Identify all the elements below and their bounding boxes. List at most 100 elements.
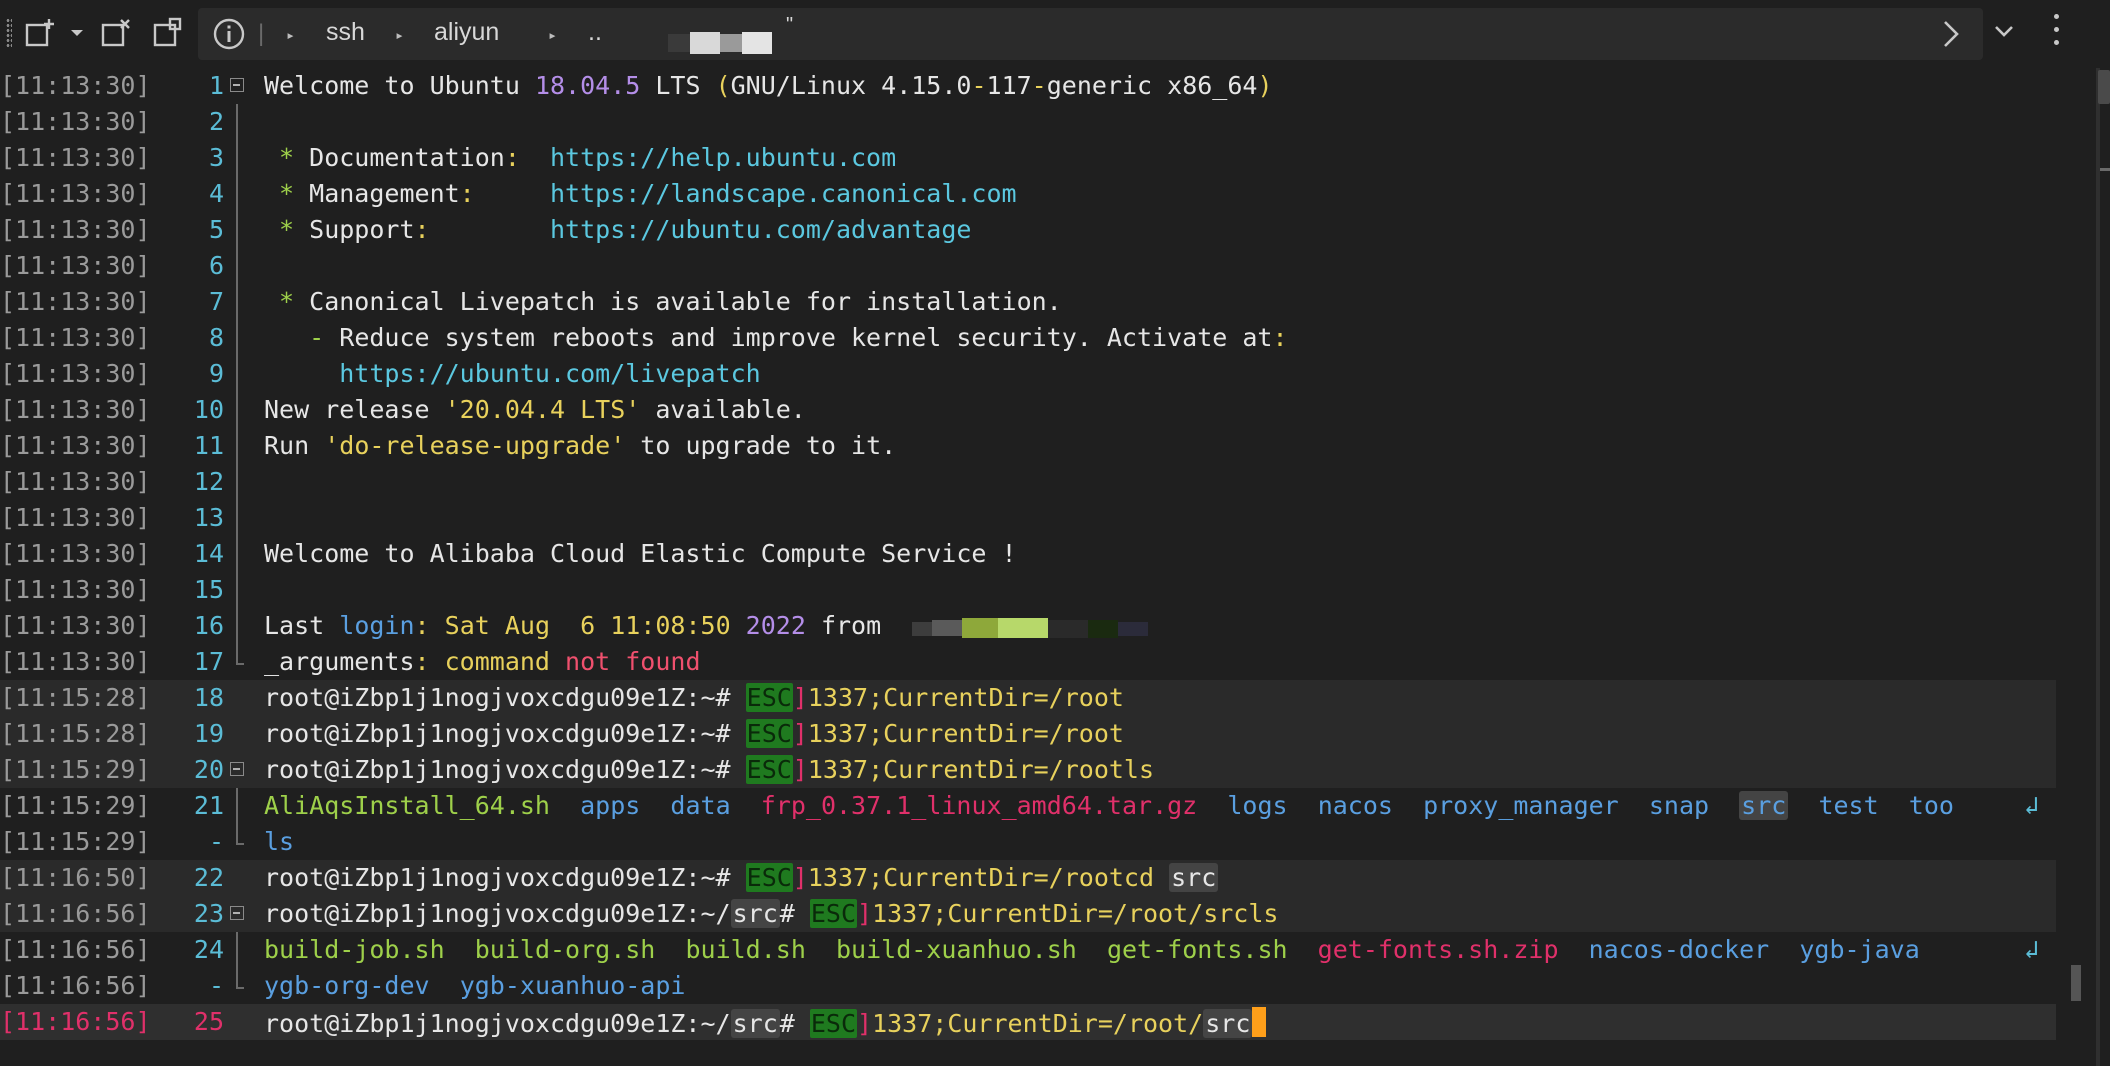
line-text: * Support: https://ubuntu.com/advantage	[264, 215, 972, 244]
info-icon[interactable]	[212, 17, 246, 51]
terminal-line: [11:13:30] 2	[0, 104, 2056, 140]
line-number: 9	[208, 359, 224, 388]
terminal-line: [11:16:56] 24 build-job.sh build-org.sh …	[0, 932, 2056, 968]
line-text: root@iZbp1j1nogjvoxcdgu09e1Z:~# ESC]1337…	[264, 863, 1219, 892]
terminal-line: [11:13:30] 6	[0, 248, 2056, 284]
terminal-line: [11:13:30] 9 https://ubuntu.com/livepatc…	[0, 356, 2056, 392]
terminal-line: [11:13:30] 16 Last login: Sat Aug 6 11:0…	[0, 608, 2056, 644]
line-text: Last login: Sat Aug 6 11:08:50 2022 from	[264, 611, 897, 640]
terminal-line: [11:13:30] 10 New release '20.04.4 LTS' …	[0, 392, 2056, 428]
redacted-host-image	[668, 32, 772, 54]
link[interactable]: https://landscape.canonical.com	[550, 179, 1017, 208]
breadcrumb: | ▸ ssh ▸ aliyun ▸ .. "	[198, 8, 1983, 60]
new-tab-icon[interactable]	[22, 14, 58, 52]
line-text: root@iZbp1j1nogjvoxcdgu09e1Z:~/src# ESC]…	[264, 899, 1279, 928]
fold-guide	[230, 176, 246, 212]
chevron-down-icon[interactable]	[1992, 22, 2016, 46]
line-text: New release '20.04.4 LTS' available.	[264, 395, 806, 424]
fold-guide	[230, 248, 246, 284]
duplicate-tab-icon[interactable]	[150, 14, 186, 52]
timestamp: [11:16:56]	[0, 1007, 151, 1036]
line-text: Run 'do-release-upgrade' to upgrade to i…	[264, 431, 897, 460]
terminal-line: [11:13:30] 15	[0, 572, 2056, 608]
timestamp: [11:13:30]	[0, 647, 151, 676]
line-number: 24	[193, 935, 224, 964]
timestamp: [11:13:30]	[0, 431, 151, 460]
separator: |	[258, 20, 265, 47]
fold-guide	[230, 608, 246, 644]
line-number: 6	[208, 251, 224, 280]
timestamp: [11:13:30]	[0, 395, 151, 424]
chevron-down-icon[interactable]	[66, 14, 88, 52]
fold-guide	[230, 284, 246, 320]
timestamp: [11:16:56]	[0, 971, 151, 1000]
fold-collapse-icon[interactable]	[230, 752, 246, 788]
fold-guide	[230, 572, 246, 608]
breadcrumb-arrow-icon: ▸	[286, 26, 296, 44]
scrollbar-track[interactable]	[2096, 68, 2100, 1066]
line-text: Welcome to Ubuntu 18.04.5 LTS (GNU/Linux…	[264, 71, 1273, 100]
breadcrumb-item-aliyun[interactable]: aliyun	[434, 18, 499, 47]
fold-collapse-icon[interactable]	[230, 68, 246, 104]
link[interactable]: https://help.ubuntu.com	[550, 143, 896, 172]
fold-guide	[230, 212, 246, 248]
side-marker	[2100, 168, 2110, 171]
line-number: 4	[208, 179, 224, 208]
line-number: 14	[193, 539, 224, 568]
link[interactable]: https://ubuntu.com/livepatch	[264, 359, 760, 388]
breadcrumb-item-host[interactable]: ..	[588, 18, 602, 47]
more-menu-icon[interactable]	[2052, 14, 2062, 48]
link[interactable]: https://ubuntu.com/advantage	[550, 215, 971, 244]
timestamp: [11:15:28]	[0, 719, 151, 748]
fold-end-guide	[230, 644, 246, 680]
side-panel-tab[interactable]	[2098, 70, 2110, 104]
ls-output: AliAqsInstall_64.sh apps data frp_0.37.1…	[264, 791, 1954, 820]
ls-output: build-job.sh build-org.sh build.sh build…	[264, 935, 1920, 964]
line-number: 15	[193, 575, 224, 604]
scrollbar-thumb[interactable]	[2071, 965, 2081, 1001]
fold-guide	[230, 500, 246, 536]
fold-guide	[230, 140, 246, 176]
line-number: 22	[193, 863, 224, 892]
line-number: 7	[208, 287, 224, 316]
chevron-right-icon[interactable]	[1940, 18, 1962, 54]
text-cursor	[1252, 1007, 1267, 1037]
timestamp: [11:13:30]	[0, 215, 151, 244]
line-number: 17	[193, 647, 224, 676]
timestamp: [11:13:30]	[0, 467, 151, 496]
timestamp: [11:13:30]	[0, 575, 151, 604]
terminal-line: [11:15:29] - ls	[0, 824, 2056, 860]
vertical-scrollbar[interactable]	[2060, 68, 2110, 1066]
close-tab-icon[interactable]	[98, 14, 134, 52]
line-number: 10	[193, 395, 224, 424]
timestamp: [11:13:30]	[0, 107, 151, 136]
fold-guide	[230, 536, 246, 572]
terminal-line: [11:13:30] 3 * Documentation: https://he…	[0, 140, 2056, 176]
terminal-line: [11:16:50] 22 root@iZbp1j1nogjvoxcdgu09e…	[0, 860, 2056, 896]
line-text: Welcome to Alibaba Cloud Elastic Compute…	[264, 539, 1017, 568]
breadcrumb-item-ssh[interactable]: ssh	[326, 18, 365, 47]
redacted-ip-image	[912, 618, 1148, 638]
timestamp: [11:13:30]	[0, 143, 151, 172]
line-number: 12	[193, 467, 224, 496]
timestamp: [11:13:30]	[0, 359, 151, 388]
ls-output: ls	[264, 827, 295, 856]
line-number: 8	[208, 323, 224, 352]
drag-grip-icon[interactable]	[6, 18, 12, 48]
terminal-line: [11:13:30] 7 * Canonical Livepatch is av…	[0, 284, 2056, 320]
line-number: 2	[208, 107, 224, 136]
terminal-line: [11:15:28] 18 root@iZbp1j1nogjvoxcdgu09e…	[0, 680, 2056, 716]
line-text: * Documentation: https://help.ubuntu.com	[264, 143, 897, 172]
line-text: * Management: https://landscape.canonica…	[264, 179, 1017, 208]
line-number: -	[208, 827, 224, 856]
terminal-view[interactable]: [11:13:30] 1 Welcome to Ubuntu 18.04.5 L…	[0, 68, 2060, 1066]
line-number: 23	[193, 899, 224, 928]
fold-collapse-icon[interactable]	[230, 896, 246, 932]
line-text: - Reduce system reboots and improve kern…	[264, 323, 1288, 352]
terminal-line: [11:13:30] 12	[0, 464, 2056, 500]
line-number: 16	[193, 611, 224, 640]
timestamp: [11:13:30]	[0, 71, 151, 100]
line-number: 1	[208, 71, 224, 100]
command-input[interactable]: root@iZbp1j1nogjvoxcdgu09e1Z:~/src# ESC]…	[264, 1007, 1267, 1038]
fold-guide	[230, 320, 246, 356]
